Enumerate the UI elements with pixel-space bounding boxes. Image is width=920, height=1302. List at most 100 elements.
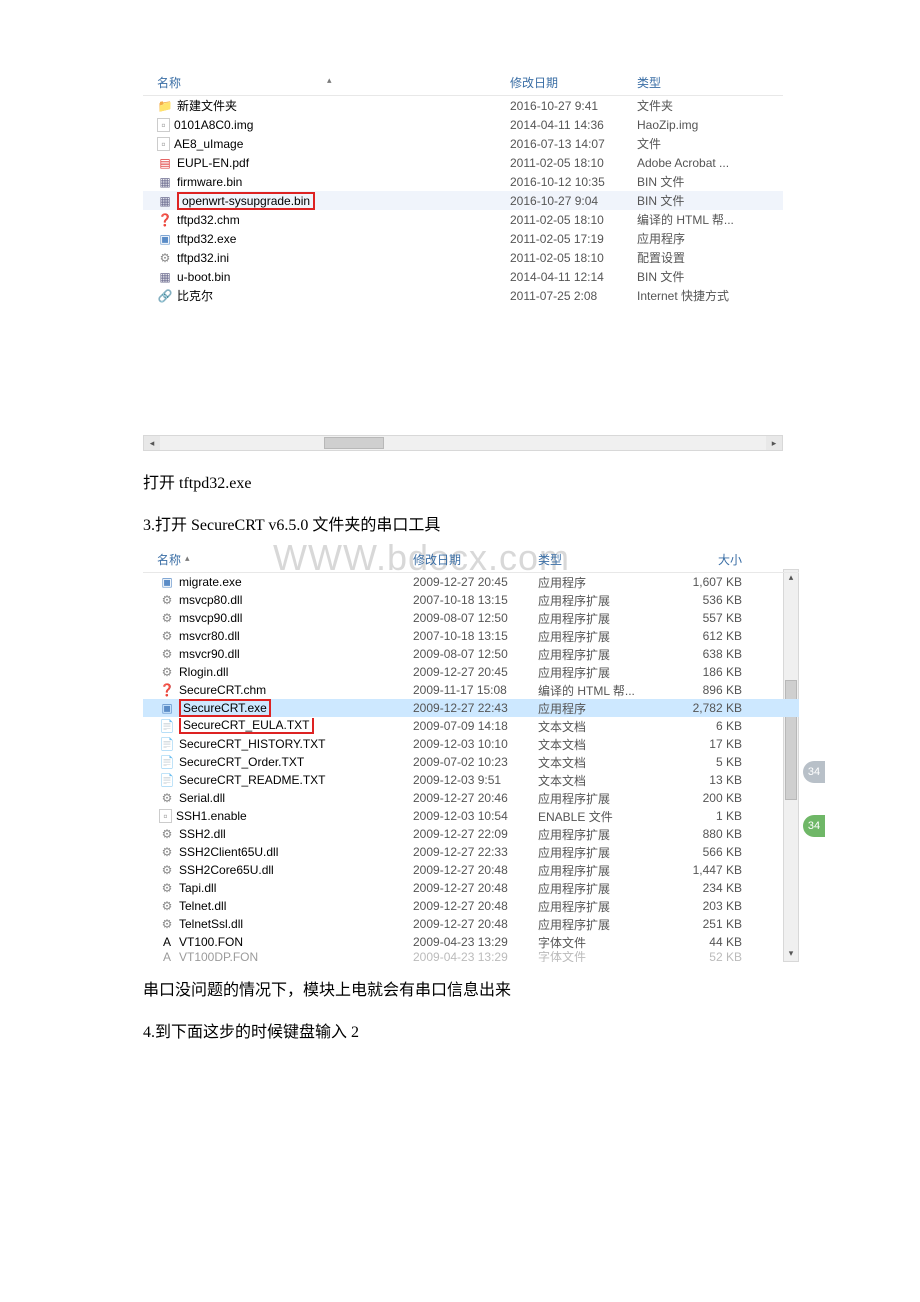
file-row[interactable]: ▤EUPL-EN.pdf2011-02-05 18:10Adobe Acroba… [143,153,783,172]
file-name-cell[interactable]: ⚙Telnet.dll [143,898,413,914]
file-row[interactable]: ▣SecureCRT.exe2009-12-27 22:43应用程序2,782 … [143,699,799,717]
explorer1-header[interactable]: 名称 ▴ 修改日期 类型 [143,70,783,96]
file-name-cell[interactable]: ⚙msvcp90.dll [143,610,413,626]
file-name-cell[interactable]: AVT100DP.FON [143,951,413,962]
file-name-cell[interactable]: ⚙SSH2.dll [143,826,413,842]
bin-icon: ▦ [157,269,173,285]
file-explorer-2: 名称 ▴ 修改日期 类型 大小 ▣migrate.exe2009-12-27 2… [143,547,799,962]
column-header-date[interactable]: 修改日期 [510,74,637,91]
column-header-type-2[interactable]: 类型 [538,551,668,568]
file-row[interactable]: 📄SecureCRT_EULA.TXT2009-07-09 14:18文本文档6… [143,717,799,735]
file-row[interactable]: ⚙SSH2.dll2009-12-27 22:09应用程序扩展880 KB [143,825,799,843]
file-row[interactable]: ▣migrate.exe2009-12-27 20:45应用程序1,607 KB [143,573,799,591]
file-name-cell[interactable]: ⚙SSH2Core65U.dll [143,862,413,878]
column-header-name[interactable]: 名称 ▴ [143,74,510,91]
file-name-cell[interactable]: ▫0101A8C0.img [143,118,510,132]
file-row[interactable]: ⚙SSH2Core65U.dll2009-12-27 20:48应用程序扩展1,… [143,861,799,879]
file-name-cell[interactable]: 📄SecureCRT_Order.TXT [143,754,413,770]
folder-icon: 📁 [157,98,173,114]
explorer2-header[interactable]: 名称 ▴ 修改日期 类型 大小 [143,547,799,573]
file-name-cell[interactable]: ⚙SSH2Client65U.dll [143,844,413,860]
file-row[interactable]: 📁新建文件夹2016-10-27 9:41文件夹 [143,96,783,115]
dll-icon: ⚙ [159,826,175,842]
file-row[interactable]: ⚙msvcr80.dll2007-10-18 13:15应用程序扩展612 KB [143,627,799,645]
file-name-cell[interactable]: ⚙msvcp80.dll [143,592,413,608]
file-name-cell[interactable]: ❓SecureCRT.chm [143,682,413,698]
file-row[interactable]: 🔗比克尔2011-07-25 2:08Internet 快捷方式 [143,286,783,305]
file-name-cell[interactable]: ▤EUPL-EN.pdf [143,155,510,171]
file-name-cell[interactable]: ▣tftpd32.exe [143,231,510,247]
file-row[interactable]: ▦firmware.bin2016-10-12 10:35BIN 文件 [143,172,783,191]
file-row[interactable]: ⚙msvcr90.dll2009-08-07 12:50应用程序扩展638 KB [143,645,799,663]
file-row[interactable]: ⚙tftpd32.ini2011-02-05 18:10配置设置 [143,248,783,267]
file-size-cell: 251 KB [668,917,748,931]
file-name-cell[interactable]: ▫SSH1.enable [143,809,413,823]
file-row[interactable]: ❓SecureCRT.chm2009-11-17 15:08编译的 HTML 帮… [143,681,799,699]
file-row[interactable]: AVT100DP.FON2009-04-23 13:29字体文件52 KB [143,951,799,962]
file-row[interactable]: ⚙SSH2Client65U.dll2009-12-27 22:33应用程序扩展… [143,843,799,861]
dll-icon: ⚙ [159,862,175,878]
file-date-cell: 2009-12-03 9:51 [413,773,538,787]
file-name-cell[interactable]: ❓tftpd32.chm [143,212,510,228]
file-size-cell: 2,782 KB [668,701,748,715]
side-badge-2[interactable]: 34 [803,815,825,837]
file-name-cell[interactable]: 🔗比克尔 [143,287,510,304]
file-name-cell[interactable]: 📁新建文件夹 [143,97,510,114]
column-header-name-2[interactable]: 名称 ▴ [143,551,413,568]
file-name-cell[interactable]: ▦openwrt-sysupgrade.bin [143,192,510,210]
file-row[interactable]: ⚙Telnet.dll2009-12-27 20:48应用程序扩展203 KB [143,897,799,915]
file-row[interactable]: 📄SecureCRT_Order.TXT2009-07-02 10:23文本文档… [143,753,799,771]
file-name-cell[interactable]: ⚙Tapi.dll [143,880,413,896]
scroll-left-icon[interactable]: ◂ [144,436,160,450]
file-name-cell[interactable]: 📄SecureCRT_HISTORY.TXT [143,736,413,752]
paragraph-open-securecrt: 3.打开 SecureCRT v6.5.0 文件夹的串口工具 [143,511,920,535]
file-name-cell[interactable]: ⚙Serial.dll [143,790,413,806]
file-row[interactable]: ⚙msvcp80.dll2007-10-18 13:15应用程序扩展536 KB [143,591,799,609]
file-name-cell[interactable]: ▣SecureCRT.exe [143,699,413,717]
file-row[interactable]: ▫0101A8C0.img2014-04-11 14:36HaoZip.img [143,115,783,134]
pdf-icon: ▤ [157,155,173,171]
file-date-cell: 2016-07-13 14:07 [510,137,637,151]
file-name-cell[interactable]: ▦u-boot.bin [143,269,510,285]
file-row[interactable]: ⚙msvcp90.dll2009-08-07 12:50应用程序扩展557 KB [143,609,799,627]
file-date-cell: 2007-10-18 13:15 [413,593,538,607]
horizontal-scrollbar[interactable]: ◂ ▸ [143,435,783,451]
file-row[interactable]: ▫SSH1.enable2009-12-03 10:54ENABLE 文件1 K… [143,807,799,825]
file-name-cell[interactable]: ⚙TelnetSsl.dll [143,916,413,932]
file-name-cell[interactable]: 📄SecureCRT_README.TXT [143,772,413,788]
file-name-cell[interactable]: ⚙tftpd32.ini [143,250,510,266]
file-name-cell[interactable]: ▫AE8_uImage [143,137,510,151]
file-row[interactable]: 📄SecureCRT_HISTORY.TXT2009-12-03 10:10文本… [143,735,799,753]
file-row[interactable]: ▦u-boot.bin2014-04-11 12:14BIN 文件 [143,267,783,286]
file-row[interactable]: 📄SecureCRT_README.TXT2009-12-03 9:51文本文档… [143,771,799,789]
file-name-cell[interactable]: ⚙msvcr80.dll [143,628,413,644]
file-row[interactable]: ⚙Serial.dll2009-12-27 20:46应用程序扩展200 KB [143,789,799,807]
column-header-size-2[interactable]: 大小 [668,551,748,568]
column-header-date-2[interactable]: 修改日期 [413,551,538,568]
file-type-cell: 应用程序扩展 [538,790,668,807]
file-row[interactable]: ▣tftpd32.exe2011-02-05 17:19应用程序 [143,229,783,248]
file-date-cell: 2009-12-03 10:54 [413,809,538,823]
file-row[interactable]: ⚙TelnetSsl.dll2009-12-27 20:48应用程序扩展251 … [143,915,799,933]
file-date-cell: 2009-08-07 12:50 [413,647,538,661]
file-size-cell: 52 KB [668,951,748,962]
file-name-cell[interactable]: ⚙Rlogin.dll [143,664,413,680]
scroll-right-icon[interactable]: ▸ [766,436,782,450]
col2-name-label: 名称 [157,553,181,567]
file-name-cell[interactable]: AVT100.FON [143,934,413,950]
scroll-thumb[interactable] [324,437,384,449]
file-name-cell[interactable]: 📄SecureCRT_EULA.TXT [143,718,413,734]
file-row[interactable]: ❓tftpd32.chm2011-02-05 18:10编译的 HTML 帮..… [143,210,783,229]
file-row[interactable]: ▫AE8_uImage2016-07-13 14:07文件 [143,134,783,153]
file-name-cell[interactable]: ⚙msvcr90.dll [143,646,413,662]
file-row[interactable]: ⚙Rlogin.dll2009-12-27 20:45应用程序扩展186 KB [143,663,799,681]
file-row[interactable]: ⚙Tapi.dll2009-12-27 20:48应用程序扩展234 KB [143,879,799,897]
file-name-cell[interactable]: ▦firmware.bin [143,174,510,190]
file-type-cell: 配置设置 [637,249,777,266]
file-name-cell[interactable]: ▣migrate.exe [143,574,413,590]
file-row[interactable]: ▦openwrt-sysupgrade.bin2016-10-27 9:04BI… [143,191,783,210]
column-header-type[interactable]: 类型 [637,74,757,91]
side-badge-1[interactable]: 34 [803,761,825,783]
file-row[interactable]: AVT100.FON2009-04-23 13:29字体文件44 KB [143,933,799,951]
file-type-cell: 文件夹 [637,97,777,114]
